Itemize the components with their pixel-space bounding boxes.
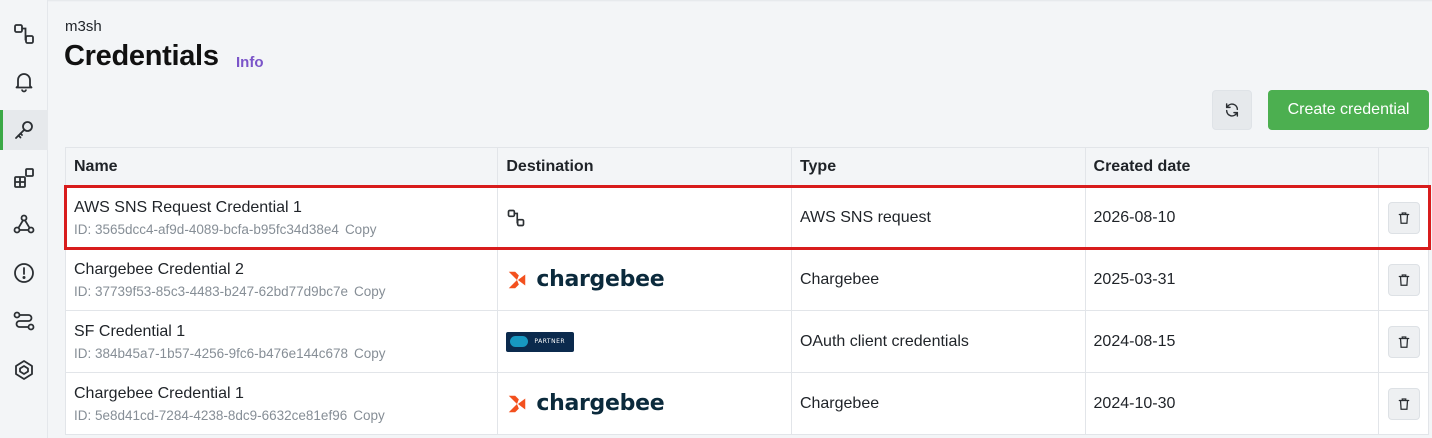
actions-cell: [1379, 373, 1428, 434]
destination-cell: chargebee: [498, 373, 792, 434]
table-row[interactable]: Chargebee Credential 1 ID: 5e8d41cd-7284…: [66, 373, 1428, 435]
credential-name[interactable]: SF Credential 1: [74, 323, 497, 341]
chargebee-wordmark: chargebee: [536, 267, 665, 292]
destination-cell: PARTNER: [498, 311, 792, 372]
delete-button[interactable]: [1387, 325, 1420, 358]
sidebar-item-alerts[interactable]: [0, 253, 48, 293]
refresh-button[interactable]: [1212, 90, 1252, 130]
org-name: m3sh: [65, 18, 102, 35]
table-row[interactable]: SF Credential 1 ID: 384b45a7-1b57-4256-9…: [66, 311, 1428, 373]
credential-id-line: ID: 3565dcc4-af9d-4089-bcfa-b95fc34d38e4…: [74, 222, 497, 237]
chargebee-mark-icon: [509, 271, 526, 288]
copy-id-button[interactable]: Copy: [354, 284, 386, 299]
type-cell: OAuth client credentials: [792, 311, 1086, 372]
credential-id: ID: 3565dcc4-af9d-4089-bcfa-b95fc34d38e4: [74, 221, 339, 237]
sidebar-item-routes[interactable]: [0, 301, 48, 341]
credential-id-line: ID: 384b45a7-1b57-4256-9fc6-b476e144c678…: [74, 346, 497, 361]
sidebar-item-settings[interactable]: [0, 350, 48, 390]
sidebar-item-credentials[interactable]: [0, 110, 48, 150]
table-row[interactable]: AWS SNS Request Credential 1 ID: 3565dcc…: [66, 187, 1428, 249]
type-cell: Chargebee: [792, 249, 1086, 310]
alert-icon: [14, 263, 34, 283]
destination-cell: [498, 187, 792, 248]
copy-id-button[interactable]: Copy: [345, 222, 377, 237]
chargebee-logo: chargebee: [506, 267, 791, 292]
delete-button[interactable]: [1387, 387, 1420, 420]
copy-id-button[interactable]: Copy: [354, 346, 386, 361]
key-icon: [15, 121, 33, 139]
created-date-cell: 2024-08-15: [1086, 311, 1380, 372]
credential-name[interactable]: Chargebee Credential 2: [74, 261, 497, 279]
column-header-created-date[interactable]: Created date: [1086, 148, 1380, 186]
credential-id: ID: 384b45a7-1b57-4256-9fc6-b476e144c678: [74, 345, 348, 361]
name-cell: Chargebee Credential 2 ID: 37739f53-85c3…: [66, 249, 499, 310]
column-header-type[interactable]: Type: [792, 148, 1086, 186]
credential-name[interactable]: Chargebee Credential 1: [74, 385, 497, 403]
created-date-cell: 2024-10-30: [1086, 373, 1380, 434]
trash-icon: [1398, 211, 1409, 224]
credentials-table: Name Destination Type Created date AWS S…: [65, 147, 1429, 435]
route-icon: [13, 311, 35, 331]
partner-text: PARTNER: [534, 338, 566, 345]
actions-cell: [1379, 187, 1428, 248]
column-header-destination[interactable]: Destination: [498, 148, 792, 186]
actions-cell: [1379, 311, 1428, 372]
salesforce-partner-logo: PARTNER: [506, 331, 575, 352]
credential-id-line: ID: 37739f53-85c3-4483-b247-62bd77d9bc7e…: [74, 284, 497, 299]
chargebee-wordmark: chargebee: [536, 391, 665, 416]
credential-id: ID: 37739f53-85c3-4483-b247-62bd77d9bc7e: [74, 283, 348, 299]
copy-id-button[interactable]: Copy: [353, 408, 385, 423]
created-date-cell: 2026-08-10: [1086, 187, 1380, 248]
sidebar-item-apps[interactable]: [0, 158, 48, 198]
sidebar: [0, 0, 48, 438]
column-header-actions: [1379, 148, 1428, 186]
delete-button[interactable]: [1387, 263, 1420, 296]
info-link[interactable]: Info: [236, 54, 264, 71]
trash-icon: [1398, 335, 1409, 348]
credential-id: ID: 5e8d41cd-7284-4238-8dc9-6632ce81ef96: [74, 407, 348, 423]
table-header: Name Destination Type Created date: [66, 147, 1428, 187]
flow-icon: [14, 24, 34, 44]
credential-name[interactable]: AWS SNS Request Credential 1: [74, 199, 497, 217]
trash-icon: [1398, 397, 1409, 410]
bell-icon: [15, 73, 33, 93]
delete-button[interactable]: [1387, 201, 1420, 234]
actions-cell: [1379, 249, 1428, 310]
name-cell: AWS SNS Request Credential 1 ID: 3565dcc…: [66, 187, 499, 248]
apps-icon: [14, 168, 34, 188]
type-cell: AWS SNS request: [792, 187, 1086, 248]
refresh-icon: [1225, 103, 1239, 117]
top-shadow: [48, 0, 1432, 2]
created-date-cell: 2025-03-31: [1086, 249, 1380, 310]
trash-icon: [1398, 273, 1409, 286]
sidebar-item-integrations[interactable]: [0, 14, 48, 54]
type-cell: Chargebee: [792, 373, 1086, 434]
sidebar-item-webhooks[interactable]: [0, 204, 48, 244]
page-title: Credentials: [64, 40, 219, 72]
table-row[interactable]: Chargebee Credential 2 ID: 37739f53-85c3…: [66, 249, 1428, 311]
destination-cell: chargebee: [498, 249, 792, 310]
hub-icon: [15, 360, 33, 380]
chargebee-logo: chargebee: [506, 391, 791, 416]
column-header-name[interactable]: Name: [66, 148, 499, 186]
create-credential-button[interactable]: Create credential: [1268, 90, 1429, 130]
name-cell: Chargebee Credential 1 ID: 5e8d41cd-7284…: [66, 373, 499, 434]
webhook-icon: [13, 214, 35, 234]
credential-id-line: ID: 5e8d41cd-7284-4238-8dc9-6632ce81ef96…: [74, 408, 497, 423]
name-cell: SF Credential 1 ID: 384b45a7-1b57-4256-9…: [66, 311, 499, 372]
sidebar-item-notifications[interactable]: [0, 61, 48, 101]
salesforce-cloud-icon: [510, 336, 529, 347]
chargebee-mark-icon: [509, 395, 526, 412]
flow-icon: [508, 209, 525, 226]
